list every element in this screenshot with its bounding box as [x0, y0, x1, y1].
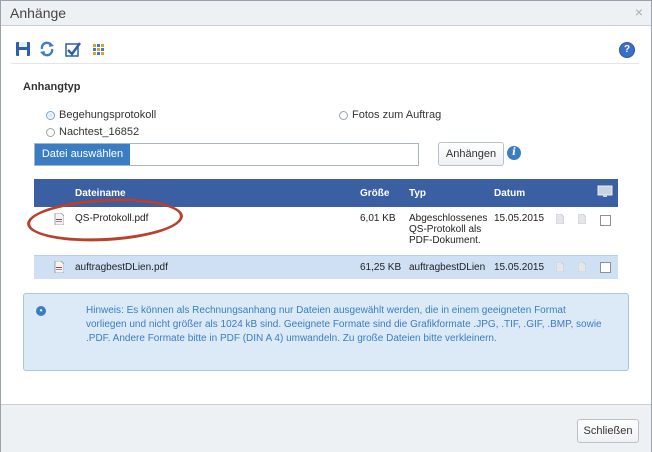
file-name[interactable]: auftragbestDLien.pdf [75, 262, 168, 273]
file-name[interactable]: QS-Protokoll.pdf [75, 213, 148, 224]
file-type-line: Abgeschlossenes [409, 213, 488, 224]
column-header-filename[interactable]: Dateiname [75, 188, 126, 199]
close-icon[interactable]: × [635, 4, 643, 20]
view-icon[interactable] [578, 214, 586, 224]
row-checkbox[interactable] [600, 262, 611, 273]
choose-file-button[interactable]: Datei auswählen [35, 144, 130, 165]
attachments-dialog: Anhänge × ? Anhangtyp Begehungsprotokoll [0, 0, 652, 452]
hint-box: • Hinweis: Es können als Rechnungsanhang… [23, 293, 629, 371]
radio-button-selected[interactable] [46, 110, 55, 120]
file-name-input[interactable] [131, 144, 418, 165]
column-header-type[interactable]: Typ [409, 188, 426, 199]
view-icon[interactable] [578, 262, 586, 272]
row-checkbox[interactable] [600, 215, 611, 226]
radio-button[interactable] [46, 127, 55, 137]
file-type-line: PDF-Dokument. [409, 235, 481, 246]
radio-label: Fotos zum Auftrag [352, 109, 442, 121]
save-icon[interactable] [15, 41, 31, 57]
info-icon[interactable]: i [507, 146, 521, 160]
file-size: 6,01 KB [360, 213, 396, 224]
info-bullet-icon: • [36, 306, 46, 316]
radio-label: Nachtest_16852 [59, 126, 140, 138]
radio-label: Begehungsprotokoll [59, 109, 157, 121]
help-icon[interactable]: ? [619, 42, 635, 58]
refresh-icon[interactable] [39, 41, 55, 57]
radio-fotos-zum-auftrag[interactable]: Fotos zum Auftrag [339, 109, 441, 121]
checklist-icon[interactable] [65, 41, 81, 57]
grid-icon[interactable] [91, 41, 107, 57]
dialog-footer: Schließen [1, 404, 651, 452]
title-bar: Anhänge × [1, 1, 651, 26]
close-button[interactable]: Schließen [577, 419, 639, 443]
file-size: 61,25 KB [360, 262, 402, 273]
attachments-table: Dateiname Größe Typ Datum QS-Protokoll.p… [34, 179, 618, 279]
file-picker: Datei auswählen [34, 143, 419, 166]
table-row[interactable]: QS-Protokoll.pdf 6,01 KB Abgeschlossenes… [34, 207, 618, 255]
dialog-title: Anhänge [10, 5, 67, 21]
attachment-type-label: Anhangtyp [23, 81, 81, 93]
table-header: Dateiname Größe Typ Datum [34, 179, 618, 207]
file-date: 15.05.2015 [494, 262, 545, 273]
download-icon[interactable] [556, 262, 564, 272]
hint-text: Hinweis: Es können als Rechnungsanhang n… [86, 305, 602, 344]
pdf-file-icon [54, 261, 64, 273]
radio-begehungsprotokoll[interactable]: Begehungsprotokoll [46, 109, 156, 121]
toolbar: ? [11, 37, 639, 64]
table-row[interactable]: auftragbestDLien.pdf 61,25 KB auftragbes… [34, 255, 618, 279]
file-type: Abgeschlossenes QS-Protokoll als PDF-Dok… [409, 213, 487, 246]
column-header-size[interactable]: Größe [360, 188, 389, 199]
pdf-file-icon [54, 213, 64, 225]
file-type-line: QS-Protokoll als [409, 224, 482, 235]
download-icon[interactable] [556, 214, 564, 224]
file-date: 15.05.2015 [494, 213, 545, 224]
column-header-date[interactable]: Datum [494, 188, 525, 199]
monitor-icon[interactable] [597, 185, 613, 198]
file-type: auftragbestDLien [409, 262, 486, 273]
radio-nachtest[interactable]: Nachtest_16852 [46, 126, 139, 138]
radio-button[interactable] [339, 110, 348, 120]
attach-button[interactable]: Anhängen [438, 142, 504, 166]
